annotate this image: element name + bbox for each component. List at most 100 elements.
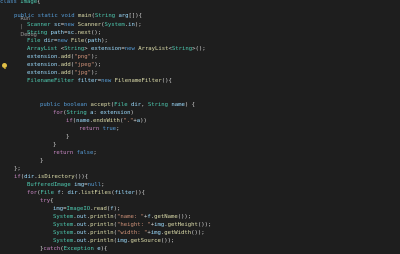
code-token: } bbox=[66, 134, 70, 140]
code-token: try bbox=[40, 198, 51, 204]
code-token: getWidth bbox=[164, 230, 192, 236]
code-token: img bbox=[150, 230, 161, 236]
code-line-text: try{ bbox=[40, 197, 53, 205]
code-token: []){ bbox=[128, 13, 143, 19]
code-line-text: System.out.println("width: "+img.getWidt… bbox=[53, 229, 205, 237]
code-line-text: Scanner sc=new Scanner(System.in); bbox=[27, 21, 142, 29]
code-token: String bbox=[147, 102, 172, 108]
code-token: File bbox=[114, 102, 131, 108]
code-line-text: public static void main(String arg[]){ bbox=[14, 12, 142, 20]
code-token: out bbox=[76, 238, 87, 244]
code-line-text: } bbox=[66, 133, 69, 141]
code-token: "name: " bbox=[117, 214, 144, 220]
code-token: dir bbox=[130, 102, 142, 108]
code-token: String bbox=[171, 46, 193, 52]
code-token: ArrayList bbox=[27, 46, 61, 52]
code-token: ImageIO bbox=[66, 206, 91, 212]
code-line-text: System.out.println("height: "+img.getHei… bbox=[53, 221, 211, 229]
code-token: )) bbox=[140, 118, 147, 124]
code-token: String bbox=[94, 13, 119, 19]
code-line-text: String path=sc.next(); bbox=[27, 29, 101, 37]
code-token: return bbox=[79, 126, 103, 132]
code-token: System bbox=[53, 230, 74, 236]
code-token: new bbox=[124, 46, 139, 52]
code-token: }; bbox=[14, 166, 21, 172]
code-line-text: img=ImageIO.read(f); bbox=[53, 205, 120, 213]
code-token: path bbox=[87, 38, 102, 44]
code-token: ()); bbox=[197, 222, 212, 228]
code-token: ) { bbox=[184, 102, 195, 108]
code-token: filter bbox=[77, 78, 98, 84]
code-token: return bbox=[53, 150, 77, 156]
code-token: println bbox=[90, 238, 114, 244]
code-token: File bbox=[40, 190, 58, 196]
code-token: println bbox=[90, 214, 114, 220]
code-line-text: extension.add("jpg"); bbox=[27, 69, 98, 77]
code-line-text: System.out.println(img.getSource()); bbox=[53, 237, 174, 245]
code-token: public bbox=[14, 13, 38, 19]
code-token: File bbox=[27, 38, 44, 44]
code-token: new bbox=[57, 38, 71, 44]
code-token: ); bbox=[91, 54, 98, 60]
code-token: "jpg" bbox=[74, 70, 92, 76]
code-token: "height: " bbox=[117, 222, 151, 228]
code-token: println bbox=[90, 222, 114, 228]
code-line-text: FilenameFilter filter=new FilenameFilter… bbox=[27, 77, 172, 85]
code-token: getSource bbox=[130, 238, 161, 244]
code-token: println bbox=[90, 230, 114, 236]
code-token: extension bbox=[100, 110, 131, 116]
code-token: name bbox=[76, 118, 90, 124]
code-token: public bbox=[40, 102, 64, 108]
code-token: null bbox=[87, 182, 102, 188]
code-token: add bbox=[60, 70, 71, 76]
code-line-text: return false; bbox=[53, 149, 97, 157]
code-line-text: } bbox=[40, 157, 43, 165]
code-editor[interactable]: Run | Debug class Image{public static vo… bbox=[0, 0, 400, 254]
code-token: in bbox=[128, 22, 135, 28]
code-token: name bbox=[171, 102, 185, 108]
code-token: System bbox=[53, 238, 74, 244]
code-token: { bbox=[50, 198, 54, 204]
code-token: listFiles bbox=[80, 190, 112, 196]
code-token: "jpeg" bbox=[74, 62, 95, 68]
code-token: getName bbox=[154, 214, 178, 220]
code-token: ); bbox=[101, 38, 108, 44]
code-token: ; bbox=[101, 182, 105, 188]
code-token: extension bbox=[27, 70, 58, 76]
code-line-text: BufferedImage img=null; bbox=[27, 181, 105, 189]
code-token: out bbox=[76, 222, 87, 228]
code-token: Exception bbox=[63, 246, 98, 252]
code-token: read bbox=[93, 206, 107, 212]
code-token: new bbox=[101, 78, 115, 84]
code-token: extension bbox=[91, 46, 122, 52]
code-token: filter bbox=[114, 190, 135, 196]
code-token: next bbox=[77, 30, 92, 36]
code-token: ArrayList bbox=[138, 46, 169, 52]
lightbulb-icon[interactable] bbox=[2, 63, 7, 70]
code-token: out bbox=[76, 230, 87, 236]
editor-gutter bbox=[0, 0, 9, 254]
code-token: ); bbox=[94, 62, 102, 68]
code-token: ()){ bbox=[74, 174, 89, 180]
code-token: (){ bbox=[161, 78, 172, 84]
code-token: img bbox=[154, 222, 165, 228]
code-token: System bbox=[104, 22, 125, 28]
code-token: System bbox=[53, 222, 74, 228]
code-token: void bbox=[61, 13, 78, 19]
code-token: false bbox=[76, 150, 94, 156]
code-token: String bbox=[66, 110, 91, 116]
code-token: "png" bbox=[74, 54, 92, 60]
code-token: img bbox=[53, 206, 64, 212]
code-line-text: if(name.endsWith("."+a)) bbox=[66, 117, 147, 125]
code-token: )){ bbox=[134, 190, 145, 196]
code-token: FilenameFilter bbox=[27, 78, 78, 84]
code-token: "width: " bbox=[117, 230, 148, 236]
code-token: , bbox=[141, 102, 148, 108]
code-token: FilenameFilter bbox=[114, 78, 162, 84]
code-token: extension bbox=[27, 54, 58, 60]
code-token: Scanner bbox=[77, 22, 102, 28]
code-token: sc bbox=[53, 22, 61, 28]
code-token: path bbox=[50, 30, 65, 36]
code-token: catch bbox=[43, 246, 61, 252]
code-token: img bbox=[117, 238, 128, 244]
